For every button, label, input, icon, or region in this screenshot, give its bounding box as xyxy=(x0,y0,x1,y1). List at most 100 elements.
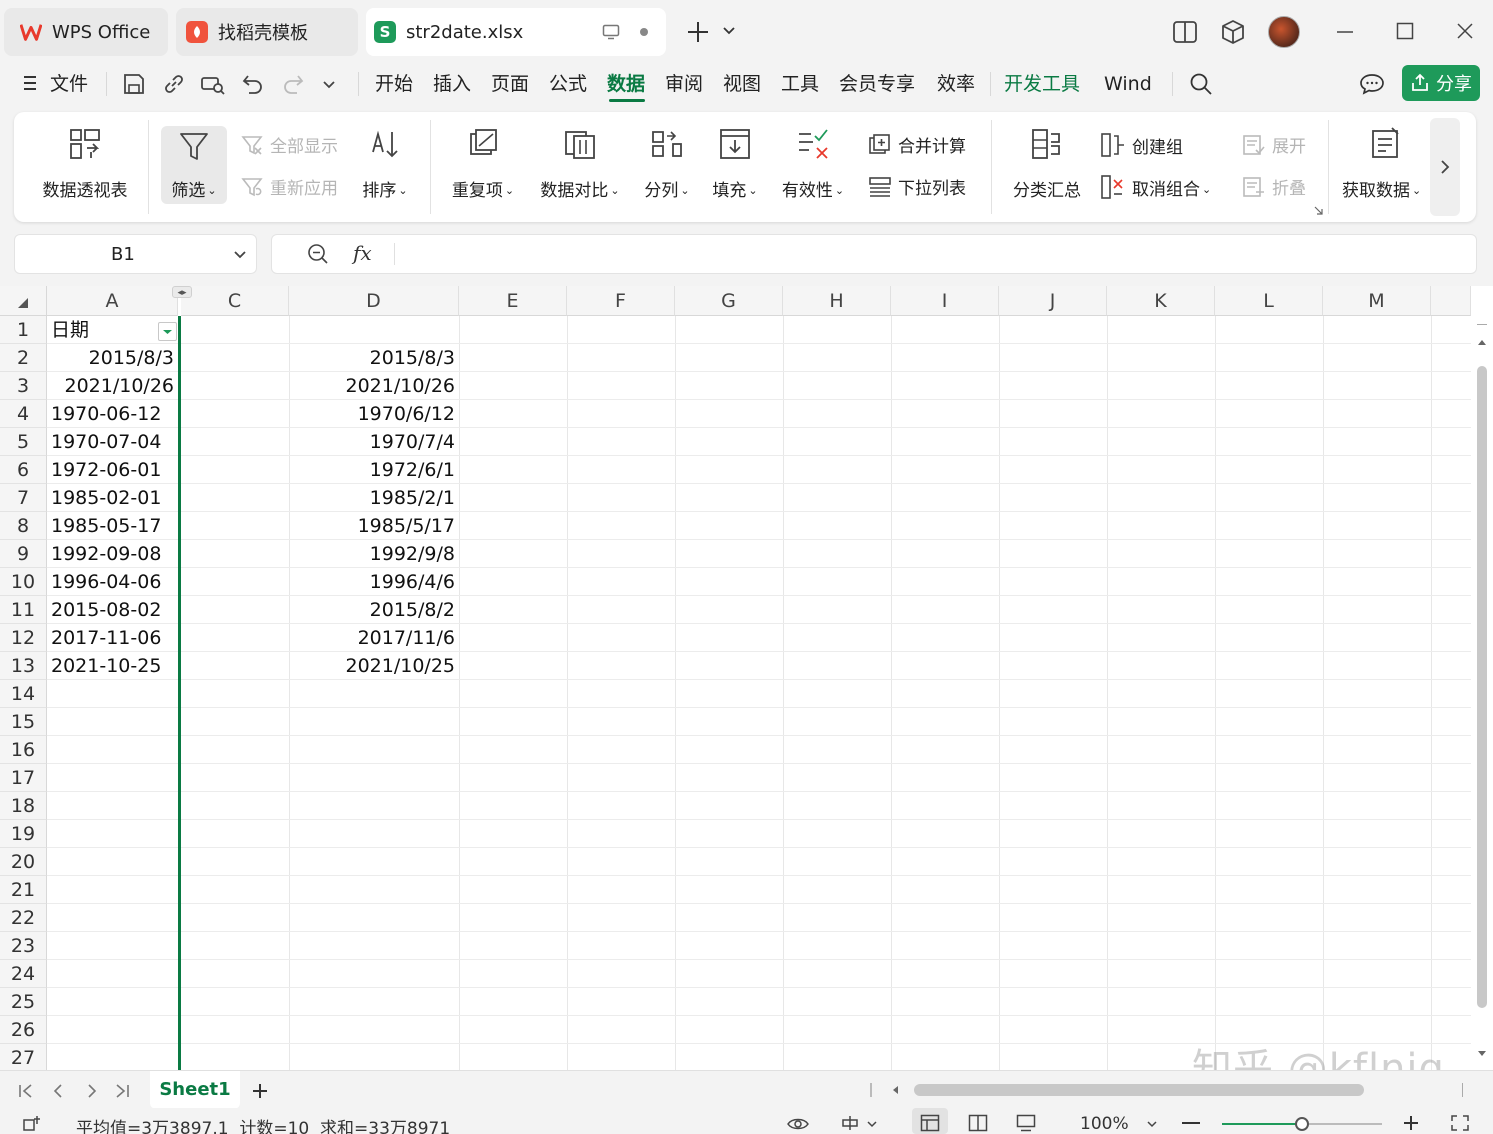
row-header-11[interactable]: 11 xyxy=(0,596,47,624)
menu-efficiency[interactable]: 效率 xyxy=(937,70,975,98)
row-header-2[interactable]: 2 xyxy=(0,344,47,372)
zoom-formula-icon[interactable] xyxy=(307,243,329,265)
redo-icon[interactable] xyxy=(282,72,304,96)
cell-a9[interactable]: 1992-09-08 xyxy=(47,540,178,568)
column-header-c[interactable]: C xyxy=(181,286,289,316)
validity-button[interactable]: 有效性 ⌄ xyxy=(774,126,852,201)
row-header-4[interactable]: 4 xyxy=(0,400,47,428)
menu-view[interactable]: 视图 xyxy=(723,70,761,98)
row-header-16[interactable]: 16 xyxy=(0,736,47,764)
zoom-out-icon[interactable] xyxy=(1182,1122,1200,1124)
cell-a12[interactable]: 2017-11-06 xyxy=(47,624,178,652)
add-sheet-icon[interactable] xyxy=(251,1082,269,1100)
menu-page[interactable]: 页面 xyxy=(491,70,529,98)
menu-tools[interactable]: 工具 xyxy=(781,70,819,98)
column-header-d[interactable]: D xyxy=(289,286,459,316)
ribbon-scroll-right-button[interactable] xyxy=(1430,118,1460,216)
scroll-down-icon[interactable] xyxy=(1477,1050,1487,1058)
cell-d12[interactable]: 2017/11/6 xyxy=(289,624,459,652)
sort-button[interactable]: 排序 ⌄ xyxy=(356,126,414,201)
expand-button[interactable]: 展开 xyxy=(1242,132,1306,157)
collapse-button[interactable]: 折叠 xyxy=(1242,174,1306,199)
cell-d13[interactable]: 2021/10/25 xyxy=(289,652,459,680)
vertical-scrollbar[interactable] xyxy=(1471,316,1493,1070)
filter-button[interactable]: 筛选 ⌄ xyxy=(161,126,227,201)
zoom-in-icon[interactable] xyxy=(1402,1114,1420,1132)
menu-insert[interactable]: 插入 xyxy=(433,70,471,98)
create-group-button[interactable]: 创建组 xyxy=(1100,132,1183,158)
cell-mode-icon[interactable] xyxy=(840,1114,880,1132)
reapply-button[interactable]: 重新应用 xyxy=(240,174,338,199)
chevron-down-icon[interactable] xyxy=(233,250,247,260)
search-icon[interactable] xyxy=(1189,72,1213,96)
monitor-icon[interactable] xyxy=(602,24,620,40)
dialog-launcher-icon[interactable] xyxy=(1314,206,1324,216)
column-header-g[interactable]: G xyxy=(675,286,783,316)
page-break-view-icon[interactable] xyxy=(1016,1114,1036,1132)
cell-a3[interactable]: 2021/10/26 xyxy=(47,372,178,400)
avatar[interactable] xyxy=(1268,16,1300,48)
column-header-i[interactable]: I xyxy=(891,286,999,316)
3d-cube-icon[interactable] xyxy=(1220,19,1246,45)
zoom-level[interactable]: 100% xyxy=(1080,1114,1129,1134)
column-header-f[interactable]: F xyxy=(567,286,675,316)
tab-file-active[interactable]: S str2date.xlsx xyxy=(366,8,666,56)
column-header-e[interactable]: E xyxy=(459,286,567,316)
column-header-k[interactable]: K xyxy=(1107,286,1215,316)
scroll-up-icon[interactable] xyxy=(1477,338,1487,346)
print-preview-icon[interactable] xyxy=(200,72,226,96)
column-header-j[interactable]: J xyxy=(999,286,1107,316)
cell-d8[interactable]: 1985/5/17 xyxy=(289,512,459,540)
cell-d2[interactable]: 2015/8/3 xyxy=(289,344,459,372)
cell-a4[interactable]: 1970-06-12 xyxy=(47,400,178,428)
cell-a2[interactable]: 2015/8/3 xyxy=(47,344,178,372)
row-header-24[interactable]: 24 xyxy=(0,960,47,988)
row-header-7[interactable]: 7 xyxy=(0,484,47,512)
tab-template[interactable]: 找稻壳模板 xyxy=(176,8,358,56)
dropdown-list-button[interactable]: 下拉列表 xyxy=(868,174,966,199)
column-header-a[interactable]: A xyxy=(47,286,178,316)
zoom-slider-thumb[interactable] xyxy=(1295,1117,1309,1131)
data-compare-button[interactable]: 数据对比 ⌄ xyxy=(532,126,628,201)
row-header-19[interactable]: 19 xyxy=(0,820,47,848)
unsaved-dot-icon[interactable] xyxy=(640,28,648,36)
row-header-21[interactable]: 21 xyxy=(0,876,47,904)
eye-protection-icon[interactable] xyxy=(786,1116,810,1132)
select-all-corner[interactable] xyxy=(0,286,47,316)
row-header-13[interactable]: 13 xyxy=(0,652,47,680)
consolidate-button[interactable]: 合并计算 xyxy=(868,132,966,157)
macro-record-icon[interactable] xyxy=(22,1114,44,1132)
spreadsheet-grid[interactable]: ACDEFGHIJKLM ◂▸ 1 2 3 4 5 6 7 8 9 10 11 12 13 14 15 16 1… xyxy=(0,286,1493,1072)
row-header-8[interactable]: 8 xyxy=(0,512,47,540)
cell-d6[interactable]: 1972/6/1 xyxy=(289,456,459,484)
hscroll-split-handle[interactable] xyxy=(870,1083,872,1097)
scroll-top-icon[interactable] xyxy=(1477,324,1487,325)
fill-button[interactable]: 填充 ⌄ xyxy=(706,126,764,201)
menu-review[interactable]: 审阅 xyxy=(665,70,703,98)
row-header-23[interactable]: 23 xyxy=(0,932,47,960)
hamburger-icon[interactable] xyxy=(22,74,38,92)
tab-list-chevron-icon[interactable] xyxy=(722,26,736,36)
maximize-icon[interactable] xyxy=(1396,22,1414,40)
normal-view-button[interactable] xyxy=(912,1108,948,1134)
row-header-14[interactable]: 14 xyxy=(0,680,47,708)
cell-a7[interactable]: 1985-02-01 xyxy=(47,484,178,512)
reading-mode-icon[interactable] xyxy=(1172,20,1198,44)
prev-sheet-icon[interactable] xyxy=(52,1083,64,1099)
row-header-10[interactable]: 10 xyxy=(0,568,47,596)
vertical-scroll-thumb[interactable] xyxy=(1477,366,1487,1008)
minimize-icon[interactable] xyxy=(1336,30,1354,34)
cell-d5[interactable]: 1970/7/4 xyxy=(289,428,459,456)
menu-data[interactable]: 数据 xyxy=(607,70,645,98)
get-data-button[interactable]: 获取数据 ⌄ xyxy=(1342,126,1430,201)
split-column-button[interactable]: 分列 ⌄ xyxy=(638,126,696,201)
zoom-dropdown-icon[interactable] xyxy=(1146,1120,1158,1128)
cell-a6[interactable]: 1972-06-01 xyxy=(47,456,178,484)
row-header-3[interactable]: 3 xyxy=(0,372,47,400)
new-tab-icon[interactable] xyxy=(686,20,710,44)
menu-wind[interactable]: Wind xyxy=(1104,70,1152,98)
cell-d3[interactable]: 2021/10/26 xyxy=(289,372,459,400)
horizontal-scroll-thumb[interactable] xyxy=(914,1084,1364,1096)
column-header-m[interactable]: M xyxy=(1323,286,1431,316)
column-header-h[interactable]: H xyxy=(783,286,891,316)
